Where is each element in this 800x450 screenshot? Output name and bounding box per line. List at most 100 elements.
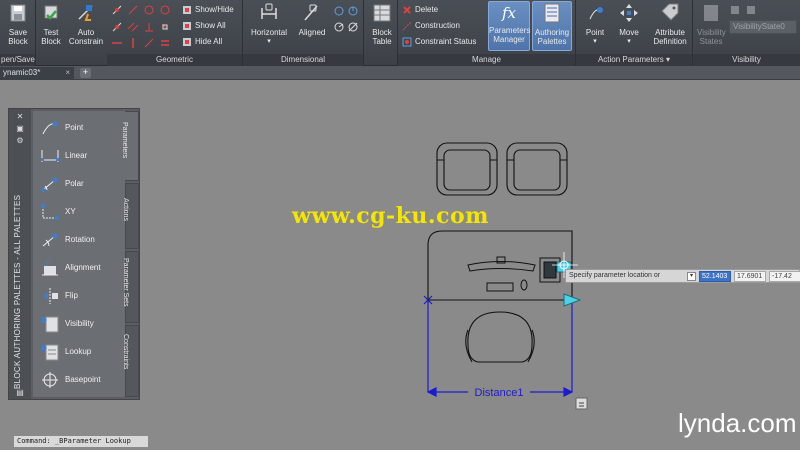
palette-item-lookup[interactable]: Lookup <box>33 339 125 365</box>
palette-autohide-icon[interactable]: ▣ <box>15 125 25 133</box>
visibility-state-select[interactable]: VisibilityState0 <box>729 20 797 34</box>
fix-icon[interactable] <box>111 21 123 33</box>
coordinate-y-field[interactable]: 17.6901 <box>734 271 766 282</box>
convert-icon[interactable] <box>333 5 345 17</box>
palette-item-xy[interactable]: XY <box>33 199 125 225</box>
dimensional-panel-title: Dimensional <box>243 54 363 66</box>
desk-keyboard <box>486 282 514 292</box>
palette-item-polar[interactable]: Polar <box>33 171 125 197</box>
coordinate-z-field[interactable]: -17.42 <box>769 271 800 282</box>
alignment-parameter-icon <box>42 259 58 276</box>
dynamic-input-prompt: Specify parameter location or ▾ 52.1403 … <box>565 269 800 283</box>
show-hide-button[interactable]: Show/Hide <box>182 5 234 15</box>
smooth-icon[interactable] <box>159 4 171 16</box>
tab-actions[interactable]: Actions <box>122 183 139 249</box>
collinear-icon[interactable] <box>127 4 139 16</box>
palette-item-flip[interactable]: Flip <box>33 283 125 309</box>
visibility-states-icon <box>704 5 718 21</box>
action-parameters-dropdown-icon[interactable]: ▾ <box>666 55 670 64</box>
radius-icon[interactable] <box>333 21 345 33</box>
constraint-status-button[interactable]: Constraint Status <box>402 37 476 47</box>
palette-item-visibility[interactable]: Visibility <box>33 311 125 337</box>
diameter-icon[interactable] <box>347 21 359 33</box>
horizontal-constraint-icon[interactable] <box>111 37 123 49</box>
tab-parameter-sets[interactable]: Parameter Sets <box>122 251 139 323</box>
palette-close-icon[interactable]: ✕ <box>15 113 25 121</box>
authoring-palettes-icon <box>544 3 560 23</box>
authoring-palettes-button[interactable]: Authoring Palettes <box>532 1 572 51</box>
vertical-constraint-icon[interactable] <box>127 37 139 49</box>
dimension-label: Distance1 <box>475 387 524 399</box>
delete-button[interactable]: Delete <box>402 5 438 15</box>
palette-item-label: XY <box>65 207 76 216</box>
hide-all-icon <box>183 38 191 46</box>
palette-tool-list: Point Linear Polar XY Rotation Alignment… <box>33 111 125 397</box>
dynamic-input-prompt-text: Specify parameter location or <box>569 272 661 279</box>
point-parameter-icon <box>42 121 58 135</box>
new-tab-button[interactable]: + <box>80 68 91 78</box>
geometric-panel-title: Geometric <box>107 54 242 66</box>
attribute-definition-button[interactable]: Attribute Definition <box>650 2 690 46</box>
point-dropdown-icon[interactable]: ▾ <box>580 37 610 46</box>
document-tab[interactable]: ynamic03* × <box>0 67 74 80</box>
tab-parameters[interactable]: Parameters <box>121 111 139 181</box>
palette-item-label: Polar <box>65 179 84 188</box>
palette-menu-icon[interactable]: ▤ <box>15 389 25 397</box>
show-hide-icon <box>183 6 191 14</box>
coordinate-x-field[interactable]: 52.1403 <box>699 271 731 282</box>
linear-parameter[interactable] <box>423 295 574 397</box>
parameters-manager-button[interactable]: fx Parameters Manager <box>488 1 530 51</box>
palette-title-strip[interactable]: ✕ ▣ ⚙ BLOCK AUTHORING PALETTES - ALL PAL… <box>9 109 31 399</box>
palette-properties-icon[interactable]: ⚙ <box>15 137 25 145</box>
manage-panel: Delete Construction Constraint Status fx… <box>398 0 576 66</box>
save-block-button[interactable]: Save Block <box>3 2 33 46</box>
move-action-button[interactable]: Move ▾ <box>614 2 644 46</box>
close-tab-icon[interactable]: × <box>65 67 70 79</box>
symmetric-icon[interactable] <box>159 21 171 33</box>
tab-parameter-sets-label: Parameter Sets <box>122 258 129 307</box>
horizontal-dimension-icon <box>261 3 277 19</box>
auto-constrain-button[interactable]: Auto Constrain <box>66 2 106 46</box>
move-icon <box>620 4 638 22</box>
tangent-icon[interactable] <box>143 37 155 49</box>
perpendicular-icon[interactable] <box>143 21 155 33</box>
visibility-states-button[interactable]: Visibility States <box>697 2 726 46</box>
hide-all-button[interactable]: Hide All <box>182 37 222 47</box>
coincident-icon[interactable] <box>111 4 123 16</box>
dynamic-input-options-icon[interactable]: ▾ <box>687 272 696 281</box>
parallel-icon[interactable] <box>127 21 139 33</box>
palette-item-basepoint[interactable]: Basepoint <box>33 367 125 393</box>
lookup-parameter-icon <box>42 344 59 361</box>
move-dropdown-icon[interactable]: ▾ <box>614 37 644 46</box>
command-line[interactable]: Command: _BParameter Lookup <box>14 436 148 447</box>
tab-constraints[interactable]: Constraints <box>122 325 139 397</box>
block-properties-icon[interactable] <box>347 5 359 17</box>
constraint-status-label: Constraint Status <box>415 37 477 47</box>
make-visible-icon[interactable] <box>729 4 741 16</box>
block-editor-panel: Test Block Auto Constrain <box>36 0 107 66</box>
manage-panel-title: Manage <box>398 54 575 66</box>
attribute-definition-label: Attribute Definition <box>653 28 687 46</box>
test-block-button[interactable]: Test Block <box>37 2 65 46</box>
make-invisible-icon[interactable] <box>745 4 757 16</box>
palette-item-linear[interactable]: Linear <box>33 143 125 169</box>
aligned-label: Aligned <box>298 28 326 37</box>
palette-item-rotation[interactable]: Rotation <box>33 227 125 253</box>
equal-icon[interactable] <box>159 37 171 49</box>
palette-item-point[interactable]: Point <box>33 115 125 141</box>
show-all-button[interactable]: Show All <box>182 21 226 31</box>
palette-item-label: Point <box>65 123 84 132</box>
concentric-icon[interactable] <box>143 4 155 16</box>
construction-button[interactable]: Construction <box>402 21 460 31</box>
construction-icon <box>402 21 412 31</box>
auto-constrain-icon <box>78 5 93 21</box>
flip-parameter-icon <box>43 288 58 304</box>
construction-label: Construction <box>415 21 460 31</box>
horizontal-dropdown-icon[interactable]: ▾ <box>246 37 292 46</box>
horizontal-dimension-button[interactable]: Horizontal ▾ <box>246 2 292 46</box>
desk-monitor <box>467 256 536 272</box>
palette-item-alignment[interactable]: Alignment <box>33 255 125 281</box>
point-parameter-button[interactable]: Point ▾ <box>580 2 610 46</box>
block-table-button[interactable]: Block Table <box>367 2 397 46</box>
aligned-dimension-button[interactable]: Aligned <box>295 2 329 37</box>
